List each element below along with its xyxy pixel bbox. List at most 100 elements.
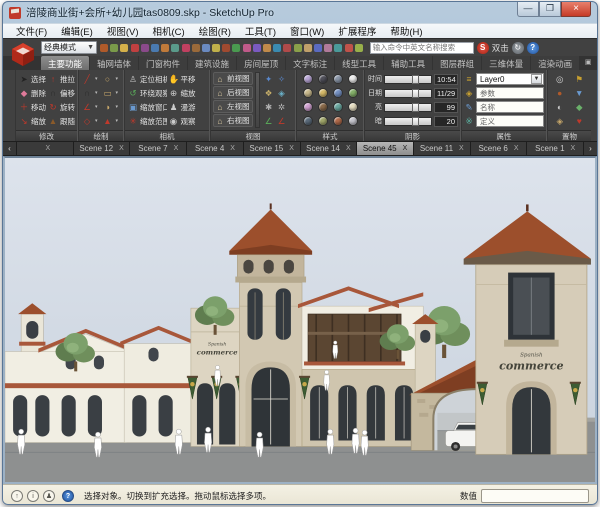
ribbon-extra-icon[interactable]: ▣ xyxy=(580,56,596,70)
quick-tool-icon[interactable] xyxy=(202,44,210,52)
quick-tool-icon[interactable] xyxy=(182,44,190,52)
camera-tool-button[interactable]: ⊕ 缩放 xyxy=(168,86,208,100)
modify-tool-button[interactable]: ∩ 偏移 xyxy=(47,86,75,100)
close-icon[interactable]: X xyxy=(571,145,576,152)
modify-tool-button[interactable]: ＋ 移动 xyxy=(18,100,46,114)
dropdown-arrow-icon[interactable]: ▾ xyxy=(95,90,98,96)
geolocation-icon[interactable]: ↑ xyxy=(11,490,23,502)
ribbon-tab[interactable]: 房间屋顶 xyxy=(237,56,285,70)
menu-item[interactable]: 工具(T) xyxy=(238,23,283,39)
close-icon[interactable]: X xyxy=(46,145,51,152)
shadow-value[interactable]: 99 xyxy=(434,102,458,113)
close-icon[interactable]: X xyxy=(174,145,179,152)
view-extra-button[interactable]: ✲ xyxy=(275,100,288,114)
view-extra-button[interactable]: ✧ xyxy=(275,72,288,86)
scene-tab[interactable]: Scene 14 X xyxy=(301,142,357,155)
suapp-logo-icon[interactable]: S xyxy=(477,42,489,54)
close-icon[interactable]: X xyxy=(289,145,294,152)
quick-tool-icon[interactable] xyxy=(273,44,281,52)
quick-tool-icon[interactable] xyxy=(222,44,230,52)
view-button[interactable]: ⌂ 后视图 xyxy=(213,86,253,99)
style-swatch-button[interactable] xyxy=(300,86,315,100)
maximize-button[interactable]: ❐ xyxy=(539,2,561,17)
draw-tool-button[interactable]: ╱ ▾ xyxy=(81,72,101,86)
view-button[interactable]: ⌂ 前视图 xyxy=(213,72,253,85)
style-swatch-button[interactable] xyxy=(330,100,345,114)
ribbon-tab[interactable]: 轴网墙体 xyxy=(90,56,138,70)
scene-tab[interactable]: Scene 6 X xyxy=(471,142,527,155)
view-extra-button[interactable]: ✱ xyxy=(262,100,275,114)
quick-tool-icon[interactable] xyxy=(243,44,251,52)
view-extra-button[interactable]: ∠ xyxy=(262,114,275,128)
command-search-input[interactable] xyxy=(370,42,474,54)
style-swatch-button[interactable] xyxy=(315,114,330,128)
dropdown-arrow-icon[interactable]: ▾ xyxy=(116,90,119,96)
draw-tool-button[interactable]: ▭ ▾ xyxy=(102,86,122,100)
ribbon-tab[interactable]: 文字标注 xyxy=(286,56,334,70)
menu-item[interactable]: 视图(V) xyxy=(100,23,146,39)
sketchup-logo[interactable] xyxy=(9,41,37,68)
quick-tool-icon[interactable] xyxy=(151,44,159,52)
camera-tool-button[interactable]: ♟ 漫游 xyxy=(168,100,208,114)
close-icon[interactable]: X xyxy=(459,145,464,152)
menu-item[interactable]: 文件(F) xyxy=(9,23,54,39)
close-button[interactable]: × xyxy=(561,2,591,17)
layer-select[interactable]: Layer0 ▼ xyxy=(476,73,544,85)
draw-tool-button[interactable]: ∠ ▾ xyxy=(81,100,101,114)
camera-tool-button[interactable]: ◉ 观察 xyxy=(168,114,208,128)
ribbon-tab[interactable]: 门窗构件 xyxy=(139,56,187,70)
menu-item[interactable]: 窗口(W) xyxy=(283,23,331,39)
close-icon[interactable]: X xyxy=(230,145,235,152)
quick-tool-icon[interactable] xyxy=(334,44,342,52)
info-icon[interactable]: i xyxy=(27,490,39,502)
draw-tool-button[interactable]: ∩ ▾ xyxy=(81,86,101,100)
draw-tool-button[interactable]: ◑ ▾ xyxy=(102,100,122,114)
ribbon-tab[interactable]: 线型工具 xyxy=(335,56,383,70)
quick-tool-icon[interactable] xyxy=(283,44,291,52)
quick-tool-icon[interactable] xyxy=(141,44,149,52)
measurement-input[interactable] xyxy=(481,489,589,503)
quick-tool-icon[interactable] xyxy=(171,44,179,52)
close-icon[interactable]: X xyxy=(514,145,519,152)
shadow-slider[interactable] xyxy=(384,103,432,112)
menu-item[interactable]: 相机(C) xyxy=(145,23,191,39)
style-swatch-button[interactable] xyxy=(345,100,360,114)
ribbon-tab[interactable]: 主要功能 xyxy=(41,56,89,70)
close-icon[interactable]: X xyxy=(403,145,408,152)
view-extra-button[interactable]: ∠ xyxy=(275,114,288,128)
modify-tool-button[interactable]: ➤ 选择 xyxy=(18,72,46,86)
style-swatch-button[interactable] xyxy=(300,114,315,128)
quick-tool-icon[interactable] xyxy=(263,44,271,52)
quick-tool-icon[interactable] xyxy=(100,44,108,52)
ribbon-tab[interactable]: 辅助工具 xyxy=(384,56,432,70)
quick-tool-icon[interactable] xyxy=(161,44,169,52)
dropdown-arrow-icon[interactable]: ▾ xyxy=(116,104,119,110)
scene-scroll-left[interactable]: ‹ xyxy=(3,142,16,155)
quick-tool-icon[interactable] xyxy=(110,44,118,52)
modify-tool-button[interactable]: ↻ 旋转 xyxy=(47,100,75,114)
scene-tab[interactable]: Scene 7 X xyxy=(130,142,186,155)
modify-tool-button[interactable]: ◆ 删除 xyxy=(18,86,46,100)
ribbon-tab[interactable]: 渲染动画 xyxy=(531,56,579,70)
camera-tool-button[interactable]: ↺ 环绕观察 xyxy=(127,86,167,100)
style-swatch-button[interactable] xyxy=(315,100,330,114)
style-swatch-button[interactable] xyxy=(345,72,360,86)
shadow-value[interactable]: 10:54 xyxy=(434,74,458,85)
attribute-field[interactable]: 名称 xyxy=(476,101,544,113)
minimize-button[interactable]: — xyxy=(517,2,539,17)
menu-item[interactable]: 帮助(H) xyxy=(383,23,429,39)
toolbar-mode-select[interactable]: 经典模式 ▼ xyxy=(41,41,97,54)
dropdown-arrow-icon[interactable]: ▾ xyxy=(95,118,98,124)
shadow-value[interactable]: 11/29 xyxy=(434,88,458,99)
utility-tool-button[interactable]: ▼ xyxy=(570,86,590,100)
utility-tool-button[interactable]: ◆ xyxy=(570,100,590,114)
shadow-slider[interactable] xyxy=(384,89,432,98)
dropdown-arrow-icon[interactable]: ▾ xyxy=(116,76,119,82)
quick-tool-icon[interactable] xyxy=(304,44,312,52)
style-swatch-button[interactable] xyxy=(345,86,360,100)
style-swatch-button[interactable] xyxy=(315,86,330,100)
quick-tool-icon[interactable] xyxy=(294,44,302,52)
view-button[interactable]: ⌂ 左视图 xyxy=(213,100,253,113)
modify-tool-button[interactable]: ▲ 跟随 xyxy=(47,114,75,128)
utility-tool-button[interactable]: ● xyxy=(550,86,570,100)
